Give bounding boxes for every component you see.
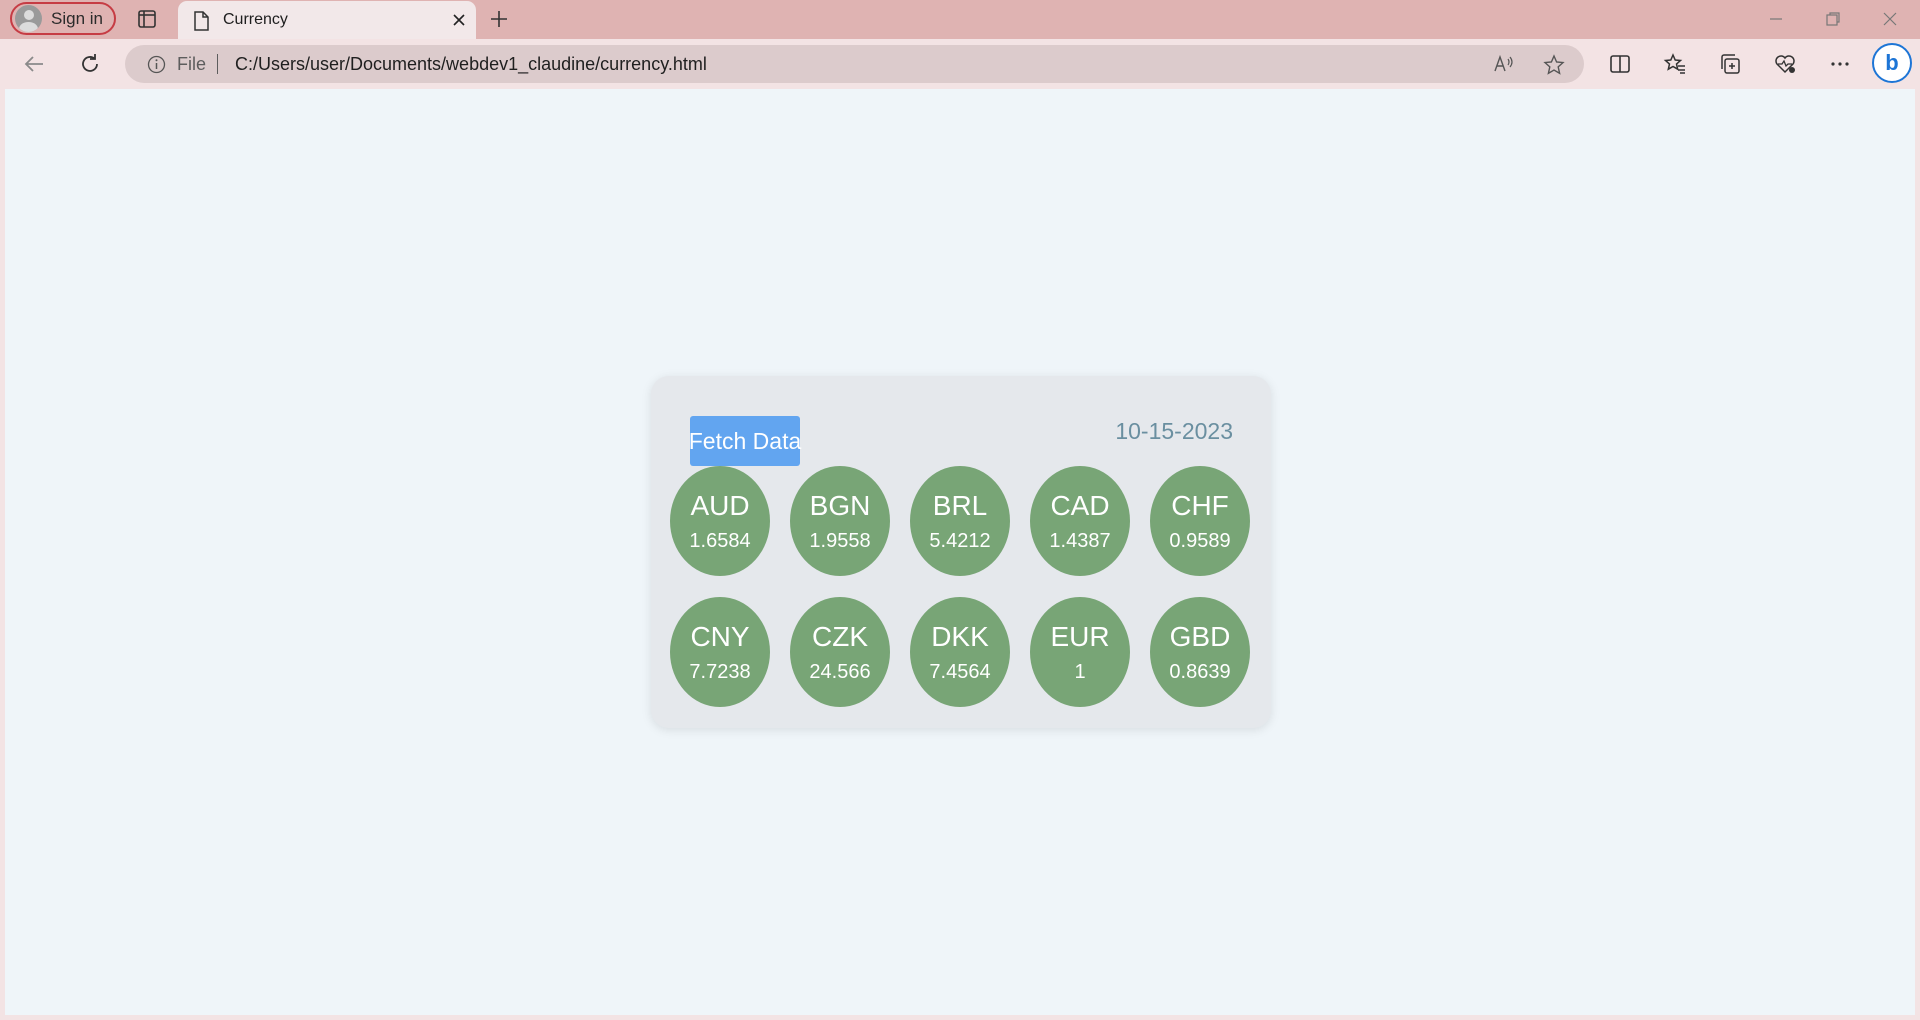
currency-rate: 1.4387 [1049,529,1111,552]
new-tab-icon[interactable] [489,9,509,29]
browser-essentials-icon[interactable] [1773,52,1797,76]
currency-rate: 1 [1074,660,1086,683]
add-favorite-star-icon[interactable] [1543,54,1565,76]
currency-code: CNY [690,620,750,652]
collections-icon[interactable] [1718,52,1742,76]
currency-item-cny: CNY 7.7238 [670,597,770,707]
currency-item-chf: CHF 0.9589 [1150,466,1250,576]
currency-item-eur: EUR 1 [1030,597,1130,707]
page-icon [192,11,210,31]
page-viewport: Fetch Data 10-15-2023 AUD 1.6584 BGN 1.9… [5,89,1915,1015]
sign-in-button[interactable]: Sign in [10,2,116,35]
currency-rate: 0.9589 [1169,529,1231,552]
address-bar[interactable]: File C:/Users/user/Documents/webdev1_cla… [125,45,1584,83]
read-aloud-icon[interactable] [1493,54,1515,74]
currency-item-bgn: BGN 1.9558 [790,466,890,576]
currency-rate: 0.8639 [1169,660,1231,683]
currency-rate: 7.7238 [689,660,751,683]
address-url[interactable]: C:/Users/user/Documents/webdev1_claudine… [235,54,707,75]
tab-title: Currency [223,11,288,28]
minimize-icon[interactable] [1767,10,1785,28]
currency-item-dkk: DKK 7.4564 [910,597,1010,707]
back-arrow-icon[interactable] [23,52,47,76]
currency-item-czk: CZK 24.566 [790,597,890,707]
fetch-data-button[interactable]: Fetch Data [689,416,801,466]
browser-toolbar: File C:/Users/user/Documents/webdev1_cla… [0,39,1920,89]
currency-item-gbd: GBD 0.8639 [1150,597,1250,707]
currency-rate: 1.9558 [809,529,871,552]
currency-code: AUD [690,489,750,521]
close-window-icon[interactable] [1881,10,1899,28]
browser-title-bar: Sign in Currency [0,0,1920,39]
restore-icon[interactable] [1824,10,1842,28]
copilot-bing-button[interactable]: b [1872,43,1912,83]
currency-item-cad: CAD 1.4387 [1030,466,1130,576]
address-separator [217,54,218,74]
currency-rate: 1.6584 [689,529,751,552]
tab-actions-icon[interactable] [137,9,157,29]
more-options-icon[interactable] [1828,52,1852,76]
sign-in-label: Sign in [51,8,103,28]
tab-currency[interactable]: Currency [178,1,476,39]
close-tab-icon[interactable] [451,12,467,28]
info-icon[interactable] [147,55,166,74]
split-screen-icon[interactable] [1608,52,1632,76]
currency-code: BGN [809,489,871,521]
favorites-icon[interactable] [1663,52,1687,76]
avatar-icon [15,5,42,32]
bing-icon: b [1885,50,1899,75]
currency-item-aud: AUD 1.6584 [670,466,770,576]
currency-code: DKK [931,620,989,652]
address-scheme: File [177,54,207,74]
currency-code: EUR [1050,620,1110,652]
currency-code: GBD [1169,620,1231,652]
currency-card: Fetch Data 10-15-2023 AUD 1.6584 BGN 1.9… [651,376,1271,728]
currency-code: BRL [932,489,988,521]
currency-rate: 7.4564 [929,660,991,683]
currency-item-brl: BRL 5.4212 [910,466,1010,576]
currency-code: CHF [1171,489,1229,521]
currency-grid: AUD 1.6584 BGN 1.9558 BRL 5.4212 CAD 1.4… [670,466,1250,707]
date-label: 10-15-2023 [1115,418,1233,444]
refresh-icon[interactable] [78,52,102,76]
currency-code: CAD [1050,489,1110,521]
currency-rate: 5.4212 [929,529,991,552]
currency-code: CZK [812,620,868,652]
currency-rate: 24.566 [809,660,871,683]
